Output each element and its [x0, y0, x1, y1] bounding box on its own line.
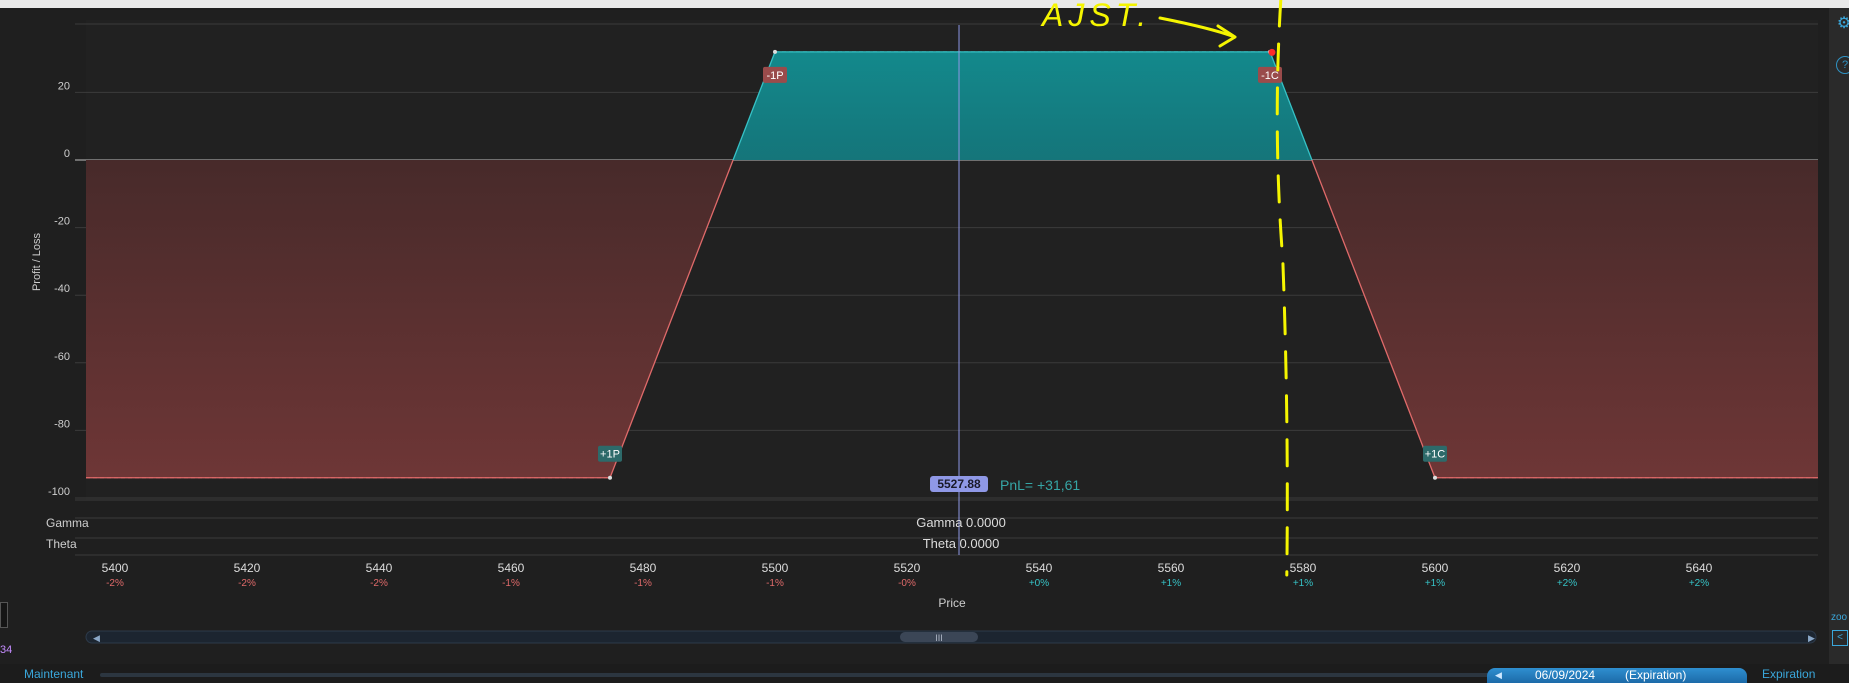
left-panel-value: 34: [0, 644, 13, 656]
leg-point: [1433, 475, 1437, 480]
y-axis-label: Profit / Loss: [31, 232, 43, 291]
x-pct-label: -1%: [502, 578, 520, 589]
x-pct-label: +0%: [1029, 578, 1049, 589]
x-pct-label: +1%: [1425, 578, 1445, 589]
y-tick-label: 0: [64, 148, 70, 160]
x-pct-label: -1%: [766, 578, 784, 589]
x-pct-label: -0%: [898, 578, 916, 589]
timeline-track[interactable]: [100, 673, 1490, 677]
theta-value: Theta 0.0000: [923, 536, 1000, 551]
x-pct-label: -2%: [370, 578, 388, 589]
current-price-label: 5527.88: [937, 477, 981, 491]
pnl-label: PnL= +31,61: [1000, 477, 1080, 493]
date-selector[interactable]: ◀ 06/09/2024 (Expiration): [1487, 668, 1747, 683]
gear-icon[interactable]: ⚙: [1836, 16, 1849, 32]
right-tool-panel: [1829, 8, 1849, 683]
x-tick-label: 5400: [102, 561, 129, 575]
left-panel-handle[interactable]: [0, 602, 8, 628]
leg-label: -1C: [1261, 70, 1279, 82]
leg-label: -1P: [766, 70, 783, 82]
scroll-right-icon: ▶: [1808, 633, 1815, 643]
gamma-value: Gamma 0.0000: [916, 515, 1006, 530]
y-tick-label: -80: [54, 418, 70, 430]
y-tick-label: -20: [54, 216, 70, 228]
x-tick-label: 5420: [234, 561, 261, 575]
scroll-left-icon: ◀: [93, 633, 100, 643]
date-suffix: (Expiration): [1625, 668, 1687, 682]
x-tick-label: 5580: [1290, 561, 1317, 575]
now-button[interactable]: Maintenant: [24, 667, 83, 681]
x-pct-label: +2%: [1557, 578, 1577, 589]
alert-dot: [1268, 48, 1276, 56]
gamma-label: Gamma: [46, 516, 89, 530]
x-tick-label: 5480: [630, 561, 657, 575]
x-pct-label: -2%: [106, 578, 124, 589]
help-icon[interactable]: ?: [1836, 56, 1849, 74]
scroll-grip-icon: III: [935, 633, 943, 643]
y-tick-label: 20: [58, 80, 70, 92]
x-tick-label: 5460: [498, 561, 525, 575]
leg-point: [773, 49, 777, 54]
x-pct-label: +1%: [1293, 578, 1313, 589]
theta-label: Theta: [46, 537, 77, 551]
date-value: 06/09/2024: [1535, 668, 1596, 682]
annotation-text: AJST.: [1040, 0, 1151, 33]
zoom-label: zoo: [1831, 612, 1848, 623]
x-tick-label: 5520: [894, 561, 921, 575]
y-tick-label: -100: [48, 486, 70, 498]
x-tick-label: 5540: [1026, 561, 1053, 575]
leg-point: [608, 475, 612, 480]
zoom-button[interactable]: <: [1832, 630, 1848, 646]
y-tick-label: -40: [54, 283, 70, 295]
date-prev-icon[interactable]: ◀: [1495, 668, 1502, 683]
x-tick-label: 5440: [366, 561, 393, 575]
expiration-button[interactable]: Expiration: [1762, 667, 1815, 681]
x-axis-label: Price: [938, 596, 966, 610]
x-tick-label: 5500: [762, 561, 789, 575]
leg-label: +1P: [600, 449, 620, 461]
x-pct-label: -2%: [238, 578, 256, 589]
x-tick-label: 5640: [1686, 561, 1713, 575]
x-tick-label: 5560: [1158, 561, 1185, 575]
x-tick-label: 5620: [1554, 561, 1581, 575]
y-tick-label: -60: [54, 351, 70, 363]
leg-label: +1C: [1425, 449, 1446, 461]
pnl-chart: 20 0 -20 -40 -60 -80 -100 Profit / Loss Gamma The…: [31, 0, 1818, 644]
x-tick-label: 5600: [1422, 561, 1449, 575]
x-pct-label: +2%: [1689, 578, 1709, 589]
x-pct-label: -1%: [634, 578, 652, 589]
x-pct-label: +1%: [1161, 578, 1181, 589]
